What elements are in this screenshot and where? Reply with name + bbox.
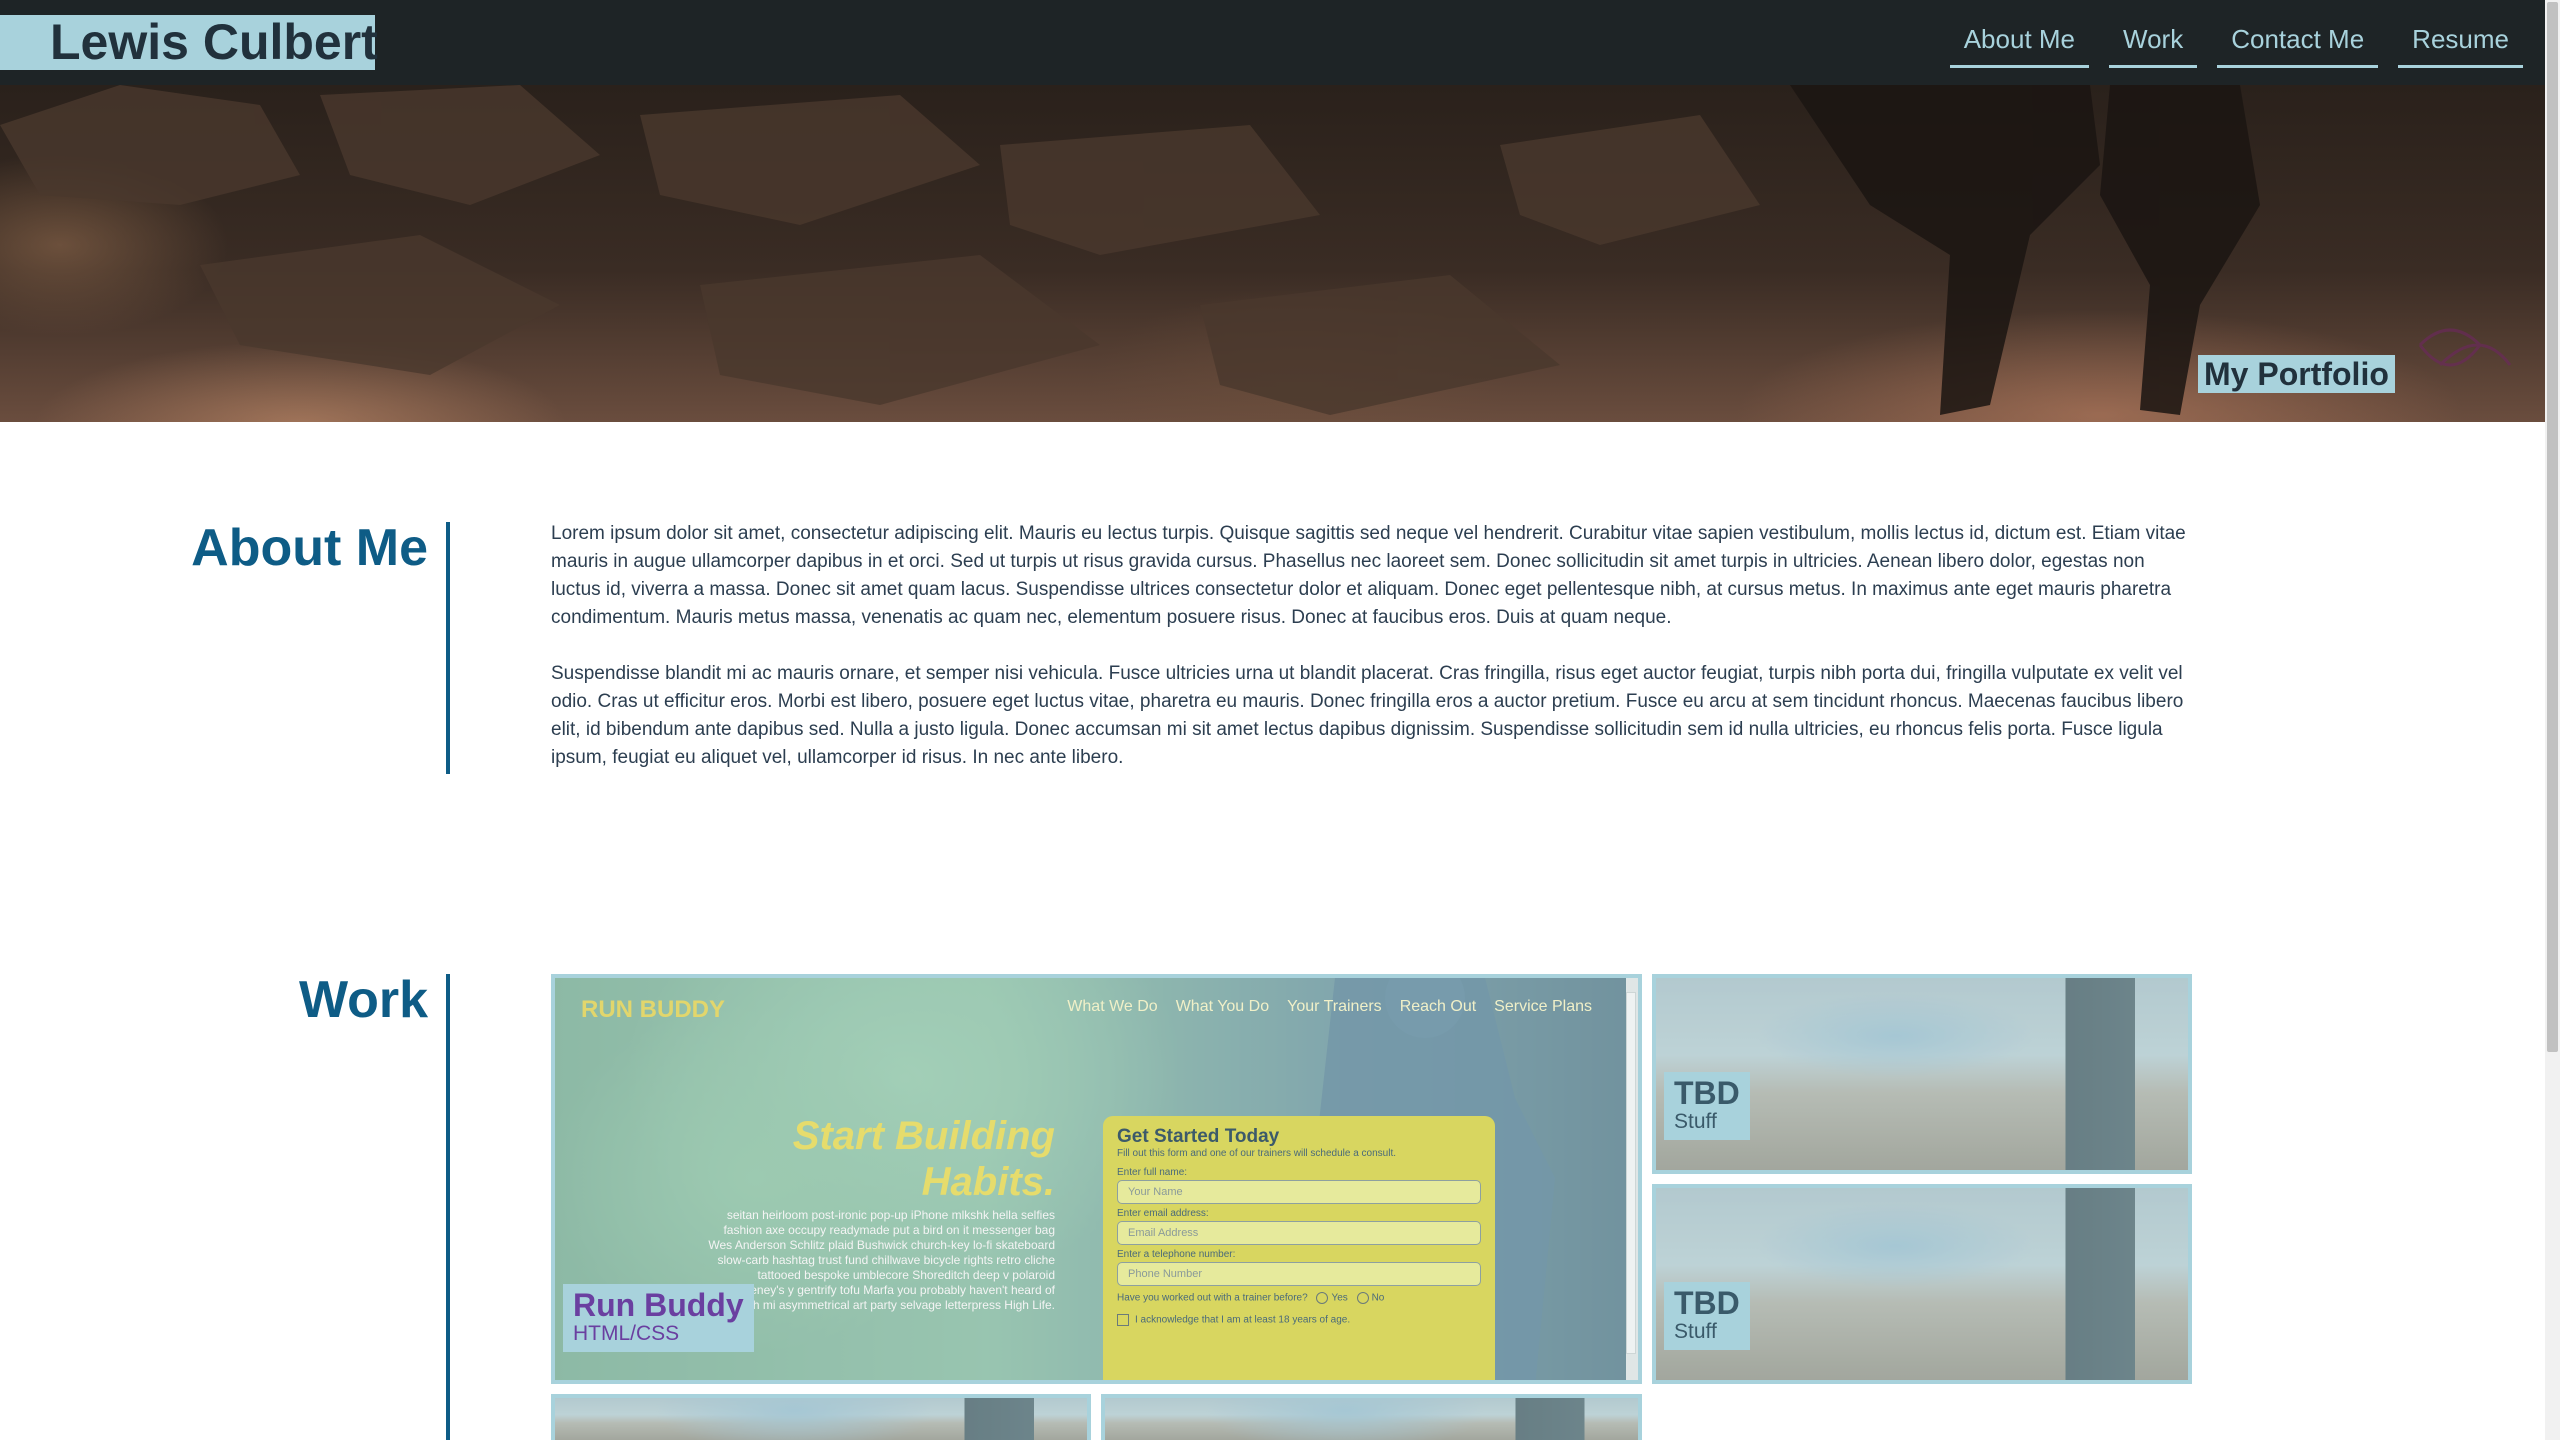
page-scrollbar[interactable] bbox=[2545, 0, 2560, 1440]
page-scrollbar-thumb[interactable] bbox=[2547, 2, 2558, 1052]
run-buddy-headline: Start Building Habits. bbox=[755, 1113, 1055, 1205]
project-card-tbd[interactable]: TBD Stuff bbox=[1652, 974, 2192, 1174]
project-title: TBD bbox=[1674, 1075, 1740, 1111]
run-buddy-name-label: Enter full name: bbox=[1117, 1167, 1188, 1178]
run-buddy-ack-text: I acknowledge that I am at least 18 year… bbox=[1135, 1314, 1351, 1326]
about-paragraph: Lorem ipsum dolor sit amet, consectetur … bbox=[551, 523, 2186, 628]
project-subtitle: Stuff bbox=[1674, 1320, 1717, 1343]
run-buddy-no-label: No bbox=[1371, 1292, 1385, 1304]
run-buddy-headline-line: Habits. bbox=[921, 1160, 1055, 1204]
radio-icon bbox=[1316, 1292, 1329, 1304]
run-buddy-nav-item: Reach Out bbox=[1399, 998, 1477, 1015]
checkbox-icon bbox=[1117, 1314, 1129, 1326]
run-buddy-trainer-question: Have you worked out with a trainer befor… bbox=[1117, 1292, 1481, 1304]
project-card-partial[interactable] bbox=[1101, 1394, 1642, 1440]
main-nav: About Me Work Contact Me Resume bbox=[1949, 16, 2523, 68]
project-card-partial[interactable] bbox=[551, 1394, 1091, 1440]
run-buddy-logo: RUN BUDDY bbox=[581, 996, 725, 1023]
run-buddy-copy: seitan heirloom post-ironic pop-up iPhon… bbox=[708, 1208, 1055, 1312]
radio-icon bbox=[1356, 1292, 1369, 1304]
project-label: TBD Stuff bbox=[1664, 1072, 1750, 1140]
run-buddy-nav-item: What You Do bbox=[1175, 998, 1270, 1015]
run-buddy-name-field: Your Name bbox=[1117, 1180, 1481, 1204]
nav-work[interactable]: Work bbox=[2109, 16, 2198, 68]
about-divider bbox=[446, 522, 450, 774]
project-subtitle: Stuff bbox=[1674, 1110, 1717, 1133]
run-buddy-nav-item: What We Do bbox=[1067, 998, 1158, 1015]
preview-scrollbar bbox=[1626, 978, 1638, 1380]
run-buddy-nav-item: Your Trainers bbox=[1287, 998, 1382, 1015]
site-header: Lewis Culbert About Me Work Contact Me R… bbox=[0, 0, 2545, 85]
run-buddy-question-text: Have you worked out with a trainer befor… bbox=[1117, 1292, 1308, 1304]
project-title: TBD bbox=[1674, 1285, 1740, 1321]
run-buddy-nav: What We Do What You Do Your Trainers Rea… bbox=[1067, 998, 1592, 1016]
nav-contact-me[interactable]: Contact Me bbox=[2217, 16, 2379, 68]
run-buddy-form: Get Started Today Fill out this form and… bbox=[1103, 1116, 1495, 1380]
project-label: TBD Stuff bbox=[1664, 1282, 1750, 1350]
run-buddy-headline-line: Start Building bbox=[792, 1114, 1055, 1158]
project-title: Run Buddy bbox=[573, 1287, 744, 1323]
project-card-run-buddy[interactable]: RUN BUDDY What We Do What You Do Your Tr… bbox=[551, 974, 1642, 1384]
run-buddy-email-field: Email Address bbox=[1117, 1221, 1481, 1245]
run-buddy-email-label: Enter email address: bbox=[1117, 1208, 1209, 1219]
hero-banner: My Portfolio bbox=[0, 85, 2545, 422]
run-buddy-nav-item: Service Plans bbox=[1494, 998, 1592, 1015]
run-buddy-phone-label: Enter a telephone number: bbox=[1117, 1249, 1236, 1260]
work-heading: Work bbox=[298, 971, 428, 1029]
work-divider bbox=[446, 974, 450, 1440]
about-body: Lorem ipsum dolor sit amet, consectetur … bbox=[551, 520, 2191, 800]
project-card-tbd[interactable]: TBD Stuff bbox=[1652, 1184, 2192, 1384]
run-buddy-ack: I acknowledge that I am at least 18 year… bbox=[1117, 1314, 1481, 1326]
run-buddy-phone-field: Phone Number bbox=[1117, 1262, 1481, 1286]
about-heading: About Me bbox=[191, 519, 428, 577]
about-paragraph: Suspendisse blandit mi ac mauris ornare,… bbox=[551, 663, 2184, 768]
site-logo[interactable]: Lewis Culbert bbox=[0, 15, 378, 70]
nav-about-me[interactable]: About Me bbox=[1949, 16, 2090, 68]
run-buddy-yes-label: Yes bbox=[1331, 1292, 1348, 1304]
run-buddy-form-subtitle: Fill out this form and one of our traine… bbox=[1117, 1148, 1397, 1159]
hero-title: My Portfolio bbox=[2198, 355, 2395, 393]
nav-resume[interactable]: Resume bbox=[2398, 16, 2523, 68]
run-buddy-form-title: Get Started Today bbox=[1117, 1126, 1280, 1147]
project-subtitle: HTML/CSS bbox=[573, 1322, 680, 1345]
project-label: Run Buddy HTML/CSS bbox=[563, 1284, 754, 1352]
hero-rocks-image bbox=[0, 85, 2512, 415]
